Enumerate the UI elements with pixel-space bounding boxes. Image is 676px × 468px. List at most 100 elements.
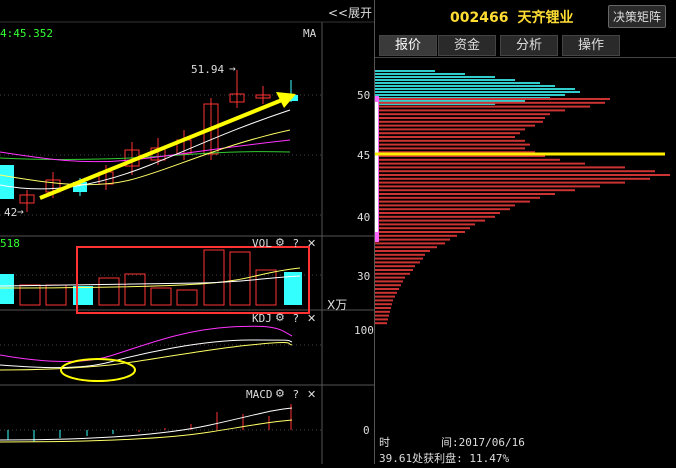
chip-bar	[375, 101, 605, 104]
kdj-close-icon[interactable]: ✕	[307, 312, 316, 325]
chip-bar	[375, 100, 525, 102]
low-price-label: 42	[4, 206, 18, 219]
vol-help-button[interactable]: ?	[293, 237, 299, 250]
time-label: 时	[379, 436, 390, 449]
kline-chart-svg[interactable]	[0, 0, 374, 464]
chip-bar	[375, 291, 397, 294]
chip-bar	[375, 280, 403, 283]
chip-bar	[375, 177, 650, 180]
chip-bar	[375, 253, 425, 256]
volume-highlight-box	[76, 246, 310, 314]
vol-label: VOL	[252, 237, 272, 250]
chip-bar	[375, 88, 575, 90]
kdj-lines	[0, 325, 293, 371]
chip-bar	[375, 132, 520, 135]
ma-line-white	[0, 109, 291, 190]
chip-bar	[375, 314, 389, 317]
chip-bar	[375, 238, 450, 241]
tab-operation[interactable]: 操作	[562, 35, 620, 56]
stock-code: 002466	[450, 10, 509, 26]
chip-bar	[375, 139, 525, 142]
chip-bar	[375, 200, 530, 203]
chip-bar	[375, 219, 485, 222]
chip-bar	[375, 76, 495, 78]
chip-bar	[375, 94, 565, 96]
chip-bar	[375, 128, 525, 131]
tab-quote[interactable]: 报价	[379, 35, 437, 56]
chip-bar	[375, 310, 390, 313]
chip-bar	[375, 166, 625, 169]
stock-name: 天齐锂业	[517, 10, 574, 26]
trend-arrow	[39, 92, 296, 200]
macd-gear-icon[interactable]: ⚙	[275, 387, 285, 400]
chip-bar	[375, 124, 535, 127]
chip-bar	[375, 82, 540, 84]
tab-analysis[interactable]: 分析	[500, 35, 558, 56]
high-arrow-icon: →	[229, 62, 236, 75]
price-tick-40: 40	[357, 211, 371, 224]
chip-bar	[375, 246, 437, 249]
macd-axis-zero: 0	[363, 424, 370, 437]
chip-bar	[375, 215, 495, 218]
kdj-gear-icon[interactable]: ⚙	[275, 311, 285, 324]
chip-bar	[375, 250, 430, 252]
chip-bar	[375, 85, 555, 87]
chip-bar	[375, 208, 510, 211]
macd-label: MACD	[246, 388, 273, 401]
volume-bars	[0, 249, 302, 306]
macd-close-icon[interactable]: ✕	[307, 388, 316, 401]
kline-chart-area[interactable]	[0, 0, 374, 464]
chip-bar	[375, 196, 540, 199]
chip-bar	[375, 242, 445, 245]
chip-bar	[375, 257, 423, 260]
chip-bar	[375, 98, 610, 100]
price-tick-45: 45	[357, 149, 371, 162]
chip-bar	[375, 181, 625, 184]
candlesticks	[0, 70, 298, 212]
kdj-label: KDJ	[252, 312, 272, 325]
chip-bar	[375, 158, 560, 161]
macd-histogram	[0, 404, 293, 443]
chip-bar	[375, 189, 575, 192]
chip-bar	[375, 185, 600, 188]
chip-bar	[375, 299, 393, 302]
chip-bar	[375, 204, 515, 207]
stock-title: 002466 天齐锂业	[450, 7, 574, 27]
chip-bar	[375, 136, 515, 138]
chip-bar	[375, 318, 388, 321]
chip-bar	[375, 79, 515, 81]
price-tick-50: 50	[357, 89, 371, 102]
chip-bar	[375, 276, 405, 279]
kdj-help-button[interactable]: ?	[293, 312, 299, 325]
chip-bar	[375, 322, 387, 325]
price-readout: 4:45.352	[0, 27, 53, 40]
chip-bar	[375, 105, 590, 108]
chip-bar	[375, 288, 399, 290]
right-panel: 002466 天齐锂业 决策矩阵 报价 资金 分析 操作 50 45 40 30…	[354, 0, 676, 465]
low-arrow-icon: →	[17, 205, 24, 218]
chip-bar	[375, 113, 550, 116]
candle	[0, 165, 14, 199]
divider	[375, 57, 676, 58]
chip-bar	[375, 295, 395, 298]
macd-help-button[interactable]: ?	[293, 388, 299, 401]
high-price-label: 51.94	[191, 63, 225, 76]
time-value: 间:2017/06/16	[441, 436, 525, 449]
chip-bar	[375, 212, 500, 214]
chip-bar	[375, 91, 580, 93]
tab-funds[interactable]: 资金	[438, 35, 496, 56]
chip-bar	[375, 174, 670, 176]
vol-close-icon[interactable]: ✕	[307, 237, 316, 250]
decision-matrix-button[interactable]: 决策矩阵	[608, 5, 667, 28]
chip-bar	[375, 223, 475, 226]
vol-unit-label: X万	[327, 298, 348, 312]
chip-bar	[375, 272, 410, 275]
moving-average-lines	[0, 109, 291, 190]
chip-bar	[375, 147, 525, 150]
expand-button[interactable]: <<展开	[328, 4, 372, 21]
chip-bar	[375, 234, 457, 237]
vol-gear-icon[interactable]: ⚙	[275, 236, 285, 249]
chip-bar	[375, 231, 465, 233]
chip-bar	[375, 303, 392, 306]
kdj-highlight-ellipse	[60, 358, 136, 382]
